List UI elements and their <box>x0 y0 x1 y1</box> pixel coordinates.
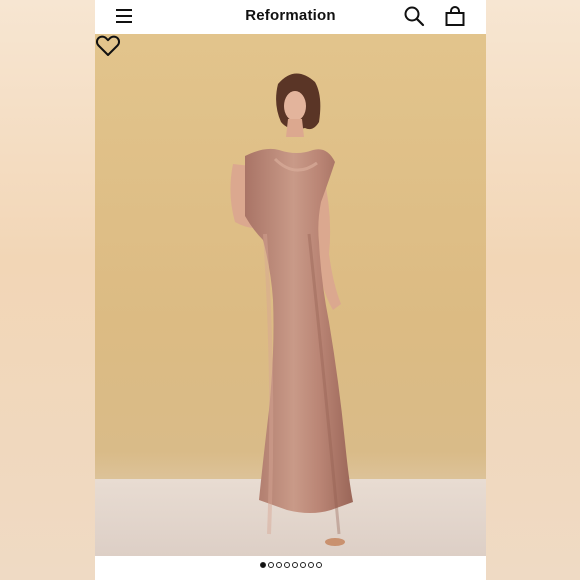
model-photo <box>95 73 486 556</box>
brand-logo[interactable]: Reformation <box>95 7 486 24</box>
pagination-dot[interactable] <box>307 562 314 568</box>
bag-icon[interactable] <box>444 5 466 27</box>
search-icon[interactable] <box>403 5 425 27</box>
product-image[interactable] <box>95 34 486 556</box>
pagination-dot[interactable] <box>315 562 322 568</box>
pagination-dot[interactable] <box>299 562 306 568</box>
pagination-dot[interactable] <box>259 562 266 568</box>
pagination-dot[interactable] <box>291 562 298 568</box>
top-nav: Reformation <box>95 0 486 34</box>
background-blur-left <box>0 0 95 580</box>
pagination-dot[interactable] <box>275 562 282 568</box>
gallery-pagination <box>95 562 486 574</box>
heart-icon[interactable] <box>95 34 121 58</box>
app-screen: Reformation <box>95 0 486 580</box>
background-blur-right <box>485 0 580 580</box>
pagination-dot[interactable] <box>267 562 274 568</box>
pagination-dot[interactable] <box>283 562 290 568</box>
